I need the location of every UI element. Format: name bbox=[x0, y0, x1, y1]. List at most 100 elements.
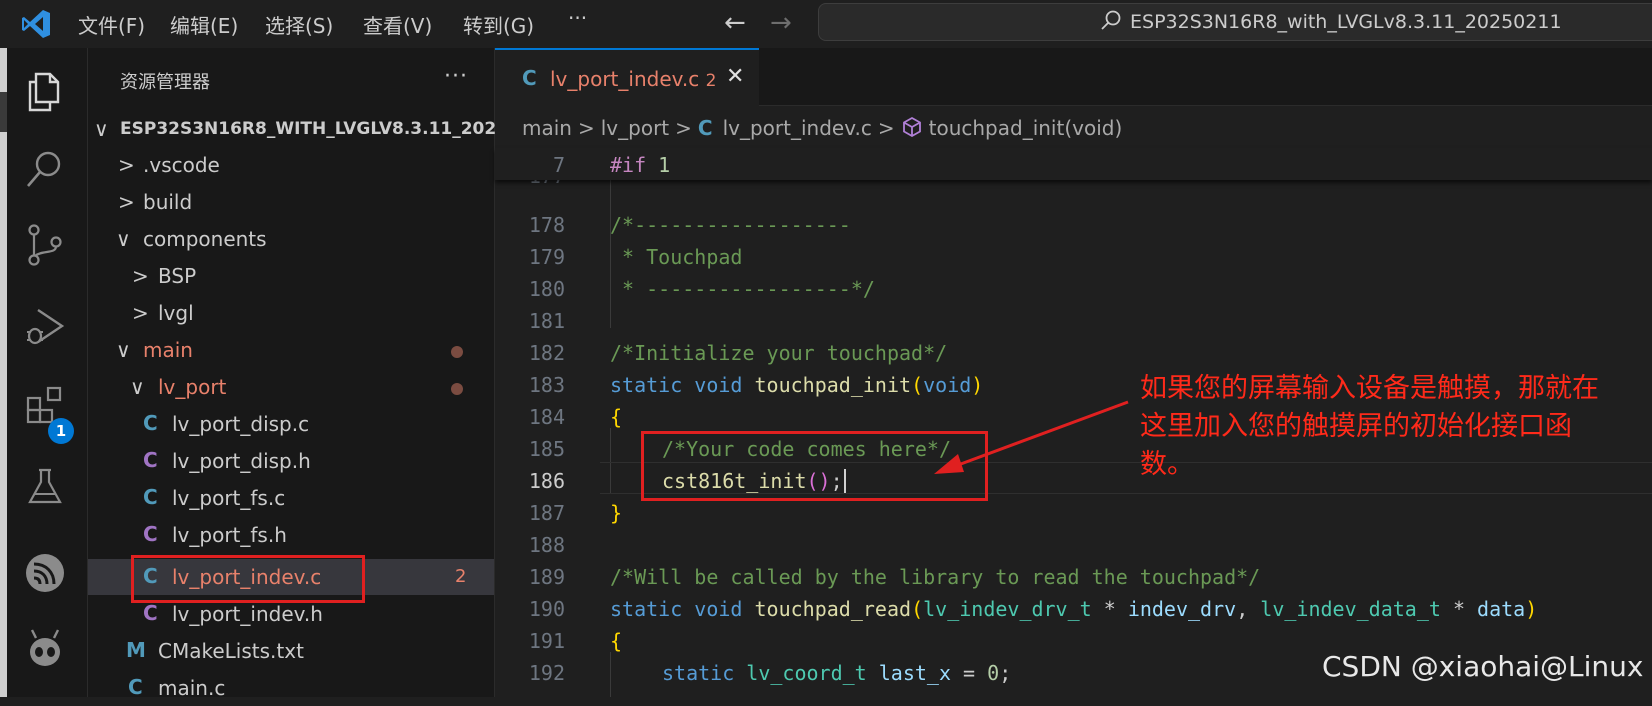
line-number: 187 bbox=[528, 501, 565, 525]
run-debug-icon[interactable] bbox=[22, 304, 68, 350]
tree-item-label: main.c bbox=[158, 676, 226, 700]
search-view-icon[interactable] bbox=[22, 146, 68, 192]
line-number: 185 bbox=[528, 437, 565, 461]
source-control-icon[interactable] bbox=[22, 222, 68, 268]
code-line[interactable]: * Touchpad bbox=[610, 245, 742, 269]
search-text: ESP32S3N16R8_with_LVGLv8.3.11_20250211 bbox=[1130, 11, 1562, 33]
tree-item-lv-port-fs-c[interactable]: C lv_port_fs.c bbox=[88, 480, 494, 516]
tree-item-label: lv_port bbox=[158, 375, 227, 399]
tree-item-build[interactable]: > build bbox=[88, 184, 494, 220]
testing-flask-icon[interactable] bbox=[22, 464, 68, 510]
chevron-right-icon: > bbox=[877, 116, 895, 140]
c-file-icon: C bbox=[143, 485, 158, 509]
tree-item-label: components bbox=[143, 227, 267, 251]
menu-more-icon[interactable]: ··· bbox=[568, 6, 587, 30]
line-number: 181 bbox=[528, 309, 565, 333]
line-number: 178 bbox=[528, 213, 565, 237]
menu-go[interactable]: 转到(G) bbox=[463, 10, 534, 39]
chevron-down-icon: ∨ bbox=[116, 227, 131, 251]
tree-item-main[interactable]: ∨ main bbox=[88, 332, 494, 368]
line-number: 190 bbox=[528, 597, 565, 621]
code-line[interactable]: static void touchpad_init(void) bbox=[610, 373, 983, 397]
platformio-alien-icon[interactable] bbox=[22, 626, 68, 672]
tree-item-cmakelists[interactable]: M CMakeLists.txt bbox=[88, 633, 494, 669]
modified-dot bbox=[451, 383, 463, 395]
explorer-more-icon[interactable]: ··· bbox=[444, 64, 468, 89]
explorer-title: 资源管理器 bbox=[120, 72, 210, 93]
line-number: 191 bbox=[528, 629, 565, 653]
sticky-code-line[interactable]: #if 1 bbox=[610, 153, 670, 177]
tree-item-lvgl[interactable]: > lvgl bbox=[88, 295, 494, 331]
tab-label: lv_port_indev.c 2 bbox=[550, 67, 717, 91]
breadcrumb-file[interactable]: lv_port_indev.c bbox=[723, 116, 872, 140]
annotation-text: 如果您的屏幕输入设备是触摸，那就在这里加入您的触摸屏的初始化接口函数。 bbox=[1140, 373, 1599, 480]
tree-item-label: .vscode bbox=[143, 153, 220, 177]
tree-item-label: lv_port_fs.h bbox=[172, 523, 287, 547]
line-number: 182 bbox=[528, 341, 565, 365]
menu-file[interactable]: 文件(F) bbox=[78, 10, 145, 39]
h-file-icon: C bbox=[143, 522, 158, 546]
h-file-icon: C bbox=[143, 601, 158, 625]
breadcrumb-lv-port[interactable]: lv_port bbox=[601, 116, 669, 140]
line-number: 189 bbox=[528, 565, 565, 589]
chevron-right-icon: > bbox=[132, 264, 149, 288]
tree-item-lv-port-fs-h[interactable]: C lv_port_fs.h bbox=[88, 517, 494, 553]
code-line[interactable]: /*Will be called by the library to read … bbox=[610, 565, 1260, 589]
annotation-box-code bbox=[641, 431, 988, 501]
vscode-logo-icon bbox=[22, 10, 50, 38]
code-line[interactable]: { bbox=[610, 405, 622, 429]
code-line[interactable]: static void touchpad_read(lv_indev_drv_t… bbox=[610, 597, 1537, 621]
espressif-icon[interactable] bbox=[22, 550, 68, 596]
tree-item-label: lvgl bbox=[158, 301, 194, 325]
chevron-right-icon: > bbox=[118, 153, 135, 177]
chevron-down-icon: ∨ bbox=[130, 375, 145, 399]
forward-arrow-icon[interactable]: → bbox=[770, 8, 792, 38]
menu-edit[interactable]: 编辑(E) bbox=[170, 10, 238, 39]
root-folder-label: ESP32S3N16R8_WITH_LVGLV8.3.11_202... bbox=[120, 119, 516, 139]
tree-root-folder[interactable]: ∨ ESP32S3N16R8_WITH_LVGLV8.3.11_202... bbox=[88, 111, 516, 147]
menu-view[interactable]: 查看(V) bbox=[363, 10, 432, 39]
line-number: 179 bbox=[528, 245, 565, 269]
tree-item-label: lv_port_disp.c bbox=[172, 412, 310, 436]
tree-item-label: lv_port_fs.c bbox=[172, 486, 286, 510]
explorer-files-icon[interactable] bbox=[22, 68, 68, 114]
breadcrumb: main > lv_port > Clv_port_indev.c > touchpad_i… bbox=[522, 116, 1122, 140]
tree-item-main-c[interactable]: C main.c bbox=[88, 670, 494, 706]
line-number: 184 bbox=[528, 405, 565, 429]
annotation-box-file bbox=[131, 555, 365, 603]
code-line[interactable]: static lv_coord_t last_x = 0; bbox=[662, 661, 1011, 685]
modified-dot bbox=[451, 346, 463, 358]
line-number: 186 bbox=[528, 469, 565, 493]
code-line[interactable]: { bbox=[610, 629, 622, 653]
code-line[interactable]: * -----------------*/ bbox=[610, 277, 875, 301]
tree-item-lv-port[interactable]: ∨ lv_port bbox=[88, 369, 494, 405]
line-number: 192 bbox=[528, 661, 565, 685]
tree-item-vscode[interactable]: > .vscode bbox=[88, 147, 494, 183]
tree-item-components[interactable]: ∨ components bbox=[88, 221, 494, 257]
watermark: CSDN @xiaohai@Linux bbox=[1322, 650, 1644, 683]
c-file-icon: C bbox=[522, 66, 537, 90]
chevron-right-icon: > bbox=[118, 190, 135, 214]
tree-item-label: build bbox=[143, 190, 193, 214]
code-line[interactable]: } bbox=[610, 501, 622, 525]
back-arrow-icon[interactable]: ← bbox=[724, 8, 746, 38]
close-icon[interactable]: ✕ bbox=[726, 64, 744, 89]
line-number: 188 bbox=[528, 533, 565, 557]
tree-item-label: CMakeLists.txt bbox=[158, 639, 304, 663]
chevron-right-icon: > bbox=[132, 301, 149, 325]
tree-item-bsp[interactable]: > BSP bbox=[88, 258, 494, 294]
tree-item-lv-port-disp-h[interactable]: C lv_port_disp.h bbox=[88, 443, 494, 479]
code-line[interactable]: /*------------------ bbox=[610, 213, 851, 237]
tree-item-lv-port-disp-c[interactable]: C lv_port_disp.c bbox=[88, 406, 494, 442]
c-file-icon: C bbox=[697, 116, 713, 140]
breadcrumb-main[interactable]: main bbox=[522, 116, 572, 140]
line-number: 7 bbox=[552, 153, 565, 177]
method-cube-icon bbox=[902, 116, 921, 138]
code-line[interactable]: /*Initialize your touchpad*/ bbox=[610, 341, 947, 365]
background-window-edge-dark bbox=[0, 92, 7, 132]
menu-selection[interactable]: 选择(S) bbox=[265, 10, 333, 39]
cmake-file-icon: M bbox=[126, 638, 146, 662]
line-number: 183 bbox=[528, 373, 565, 397]
h-file-icon: C bbox=[143, 448, 158, 472]
breadcrumb-symbol[interactable]: touchpad_init(void) bbox=[929, 116, 1123, 140]
